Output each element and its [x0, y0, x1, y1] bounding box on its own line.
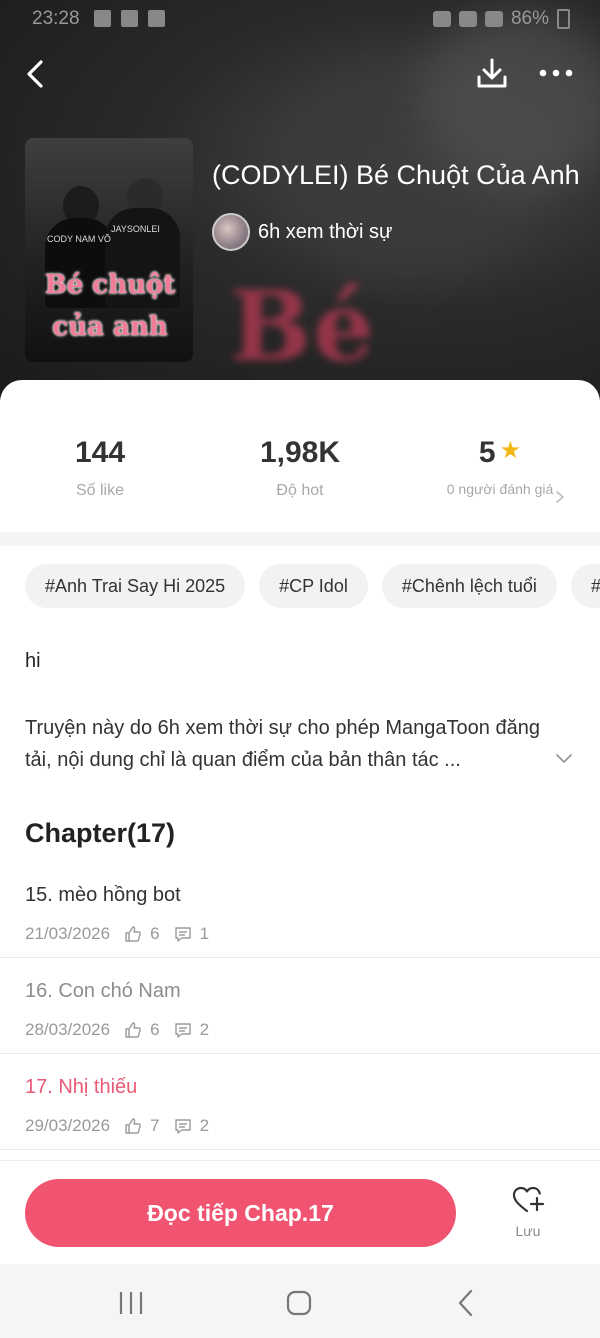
chapter-title: 17. Nhị thiếu	[25, 1076, 138, 1098]
book-title: (CODYLEI) Bé Chuột Của Anh	[212, 160, 580, 190]
author-row[interactable]: 6h xem thời sự	[212, 212, 392, 252]
battery-icon	[557, 9, 570, 29]
chapter-item[interactable]: 16. Con chó Nam 28/03/2026 6 2	[0, 958, 600, 1054]
chapter-date: 29/03/2026	[25, 1116, 111, 1135]
save-button[interactable]: Lưu	[500, 1184, 556, 1239]
status-time: 23:28	[32, 8, 80, 29]
more-dots-icon[interactable]	[536, 58, 576, 88]
comment-icon	[174, 927, 191, 942]
chapter-section-title: Chapter(17)	[25, 818, 176, 848]
comment-icon	[174, 1119, 191, 1134]
battery-percent: 86%	[510, 8, 549, 29]
star-icon: ★	[499, 437, 522, 464]
heart-plus-icon	[512, 1186, 545, 1213]
chapter-likes: 6	[150, 924, 160, 943]
gallery-notification-icon	[94, 10, 111, 27]
description-long: Truyện này do 6h xem thời sự cho phép Ma…	[25, 717, 540, 771]
chapter-item[interactable]: 17. Nhị thiếu 29/03/2026 7 2	[0, 1054, 600, 1150]
tag-chip[interactable]: #C	[570, 564, 600, 608]
chapter-comments: 2	[199, 1116, 210, 1135]
chapter-title: 16. Con chó Nam	[25, 980, 181, 1002]
stat-hot: 1,98K Độ hot	[259, 436, 341, 499]
stat-likes: 144 Số like	[74, 436, 126, 499]
chapter-item[interactable]: 15. mèo hồng bot 21/03/2026 6 1	[0, 862, 600, 958]
tag-list: #Anh Trai Say Hi 2025 #CP Idol #Chênh lệ…	[25, 564, 600, 608]
system-back-icon[interactable]	[452, 1288, 482, 1318]
alarm-icon	[432, 11, 451, 27]
chevron-down-icon[interactable]	[554, 748, 574, 768]
tag-chip[interactable]: #Chênh lệch tuổi	[381, 564, 557, 608]
book-cover-image[interactable]: CODY NAM VÕ JAYSONLEI Bé chuột của anh	[25, 138, 193, 362]
wifi-icon	[458, 11, 477, 27]
chapter-date: 21/03/2026	[25, 924, 111, 943]
recent-apps-icon[interactable]	[116, 1288, 146, 1318]
thumbs-up-icon	[125, 926, 141, 942]
chapter-comments: 1	[199, 924, 210, 943]
chapter-likes: 6	[150, 1020, 160, 1039]
description-short: hi	[25, 650, 41, 672]
author-avatar[interactable]	[212, 213, 250, 251]
chapter-title: 15. mèo hồng bot	[25, 884, 181, 906]
chapter-likes: 7	[150, 1116, 160, 1135]
cover-title-line: của anh	[52, 312, 168, 342]
section-divider	[0, 532, 600, 546]
tag-chip[interactable]: #Anh Trai Say Hi 2025	[25, 564, 246, 608]
cover-title-line: Bé chuột	[44, 270, 176, 300]
comment-icon	[174, 1023, 191, 1038]
tag-chip[interactable]: #CP Idol	[259, 564, 368, 608]
author-name[interactable]: 6h xem thời sự	[258, 221, 392, 244]
signal-icon	[484, 11, 503, 27]
back-arrow-icon[interactable]	[18, 56, 54, 92]
continue-reading-button[interactable]: Đọc tiếp Chap.17	[25, 1179, 456, 1247]
system-nav-bar	[0, 1264, 600, 1338]
thumbs-up-icon	[125, 1118, 141, 1134]
status-bar: 23:28 86%	[0, 0, 600, 40]
cover-shirt-label: JAYSONLEI	[111, 224, 160, 234]
cover-shirt-label: CODY NAM VÕ	[47, 234, 111, 244]
download-icon[interactable]	[474, 56, 510, 92]
check-notification-icon	[121, 10, 138, 27]
save-label: Lưu	[515, 1223, 541, 1239]
chevron-right-icon[interactable]	[553, 490, 567, 504]
home-icon[interactable]	[284, 1288, 314, 1318]
chapter-comments: 2	[199, 1020, 210, 1039]
warning-notification-icon	[148, 10, 165, 27]
thumbs-up-icon	[125, 1022, 141, 1038]
stat-rating[interactable]: 5 ★ 0 người đánh giá	[400, 436, 600, 499]
chapter-date: 28/03/2026	[25, 1020, 111, 1039]
stats-row: 144 Số like 1,98K Độ hot 5 ★ 0 người đánh…	[0, 436, 600, 532]
